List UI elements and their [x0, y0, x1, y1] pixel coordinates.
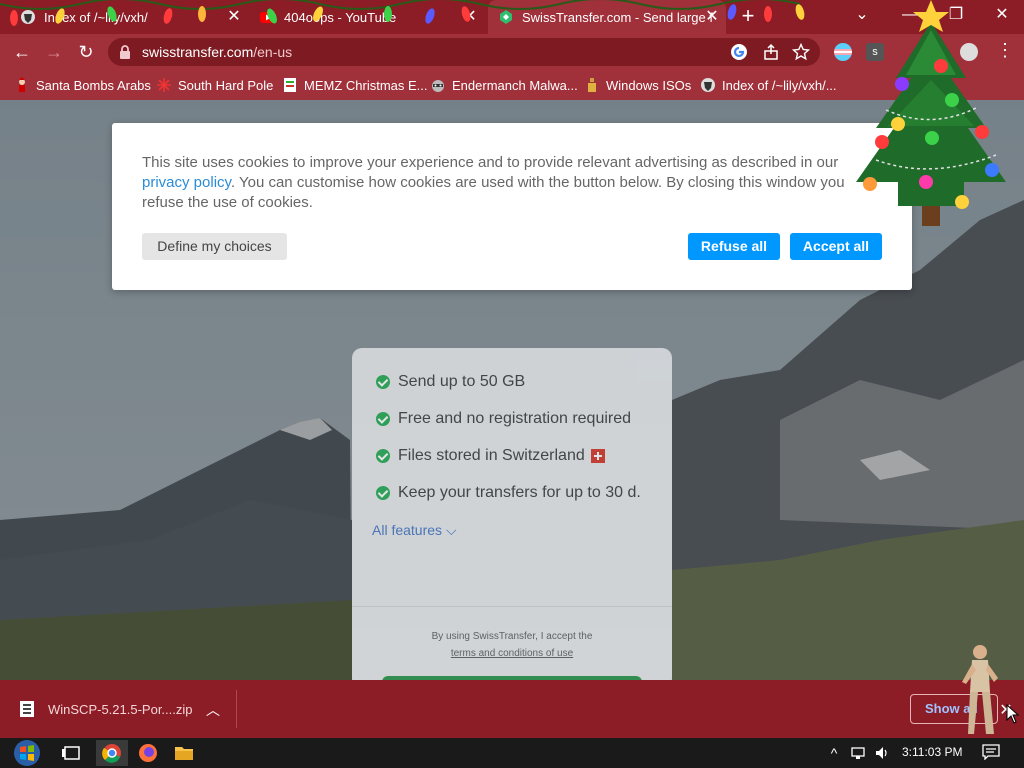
globe-shield-icon [701, 78, 715, 92]
url-domain: swisstransfer.com [142, 44, 254, 60]
terms-notice: By using SwissTransfer, I accept the ter… [352, 628, 672, 662]
chrome-taskbar-icon[interactable] [96, 740, 128, 766]
tab-swisstransfer[interactable]: SwissTransfer.com - Send large f ✕ [488, 0, 726, 34]
privacy-policy-link[interactable]: privacy policy [142, 174, 231, 191]
mouse-cursor-icon [1006, 704, 1020, 724]
back-arrow-icon[interactable]: ← [10, 40, 34, 64]
lock-icon[interactable] [118, 44, 132, 60]
santa-icon [19, 77, 25, 92]
check-icon [376, 486, 390, 500]
volume-icon[interactable] [874, 745, 890, 761]
share-icon[interactable] [762, 43, 780, 61]
cookie-consent-dialog: This site uses cookies to improve your e… [112, 123, 912, 290]
define-my-choices-button[interactable]: Define my choices [142, 233, 287, 260]
bookmark-label: Index of /~lily/vxh/... [722, 77, 837, 93]
taskbar-clock[interactable]: 3:11:03 PM [902, 745, 962, 759]
snowflake-icon [157, 78, 171, 92]
feature-item: Keep your transfers for up to 30 d. [376, 484, 641, 502]
bookmark-label: Endermanch Malwa... [452, 77, 578, 93]
bookmark-label: Santa Bombs Arabs [36, 77, 151, 93]
firefox-taskbar-icon[interactable] [132, 740, 164, 766]
feature-text: Files stored in Switzerland [398, 447, 585, 464]
feature-item: Free and no registration required [376, 410, 631, 428]
swiss-flag-icon [590, 449, 605, 463]
close-icon[interactable]: ✕ [226, 9, 242, 25]
bookmark-label: Windows ISOs [606, 77, 692, 93]
download-bar: WinSCP-5.21.5-Por....zip ︿ Show all ✕ [0, 645, 1024, 738]
task-view-icon[interactable] [56, 740, 88, 766]
feature-item: Send up to 50 GB [376, 373, 525, 391]
close-icon[interactable]: ✕ [704, 9, 720, 25]
network-icon[interactable] [850, 745, 866, 761]
zip-file-icon [20, 701, 34, 717]
tab-title: Index of /~lily/vxh/ [44, 9, 148, 25]
check-icon [376, 449, 390, 463]
google-icon[interactable] [730, 43, 748, 61]
chevron-up-icon[interactable]: ︿ [204, 700, 222, 718]
cookie-text-part2: . You can customise how cookies are used… [142, 174, 845, 211]
swisstransfer-icon [500, 10, 512, 24]
download-file-name: WinSCP-5.21.5-Por....zip [48, 701, 193, 717]
bookmark-south-hard-pole[interactable]: South Hard Pole [156, 76, 273, 94]
tab-youtube[interactable]: 404oops - YouTube ✕ [252, 0, 484, 34]
cookie-text-part1: This site uses cookies to improve your e… [142, 154, 839, 171]
new-tab-button[interactable]: + [736, 5, 760, 29]
file-explorer-taskbar-icon[interactable] [168, 740, 200, 766]
file-icon [284, 78, 296, 92]
globe-shield-icon [21, 10, 35, 24]
forward-arrow-icon[interactable]: → [42, 40, 66, 64]
url-path: /en-us [253, 44, 293, 60]
features-card: Send up to 50 GB Free and no registratio… [352, 348, 672, 680]
feature-item: Files stored in Switzerland [376, 447, 605, 465]
cookie-message: This site uses cookies to improve your e… [142, 153, 877, 213]
bookmark-santa-bombs[interactable]: Santa Bombs Arabs [14, 76, 151, 94]
bookmark-windows-isos[interactable]: Windows ISOs [584, 76, 691, 94]
notification-center-icon[interactable] [982, 744, 1000, 760]
all-features-label: All features [372, 522, 443, 538]
tab-title: SwissTransfer.com - Send large f [522, 9, 713, 25]
refuse-all-button[interactable]: Refuse all [688, 233, 780, 260]
bookmark-memz-christmas[interactable]: MEMZ Christmas E... [282, 76, 428, 94]
taskbar: ^ 3:11:03 PM [0, 738, 1024, 768]
address-bar[interactable]: swisstransfer.com/en-us [108, 38, 820, 66]
chevron-up-icon[interactable]: ^ [826, 745, 842, 761]
feature-text: Free and no registration required [398, 410, 632, 427]
start-button[interactable] [8, 738, 46, 768]
youtube-icon [260, 12, 276, 23]
reload-icon[interactable]: ↻ [74, 40, 98, 64]
tab-index-lily[interactable]: Index of /~lily/vxh/ ✕ [8, 0, 248, 34]
dancing-figure-decoration [962, 645, 998, 734]
check-icon [376, 375, 390, 389]
bookmark-star-icon[interactable] [792, 43, 810, 61]
raccoon-icon [432, 80, 444, 92]
url-text: swisstransfer.com/en-us [142, 44, 292, 60]
bottle-icon [588, 78, 596, 92]
divider [352, 606, 672, 607]
feature-text: Send up to 50 GB [398, 373, 526, 390]
check-icon [376, 412, 390, 426]
bookmark-endermanch[interactable]: Endermanch Malwa... [430, 76, 578, 94]
accept-all-button[interactable]: Accept all [790, 233, 882, 260]
terms-link[interactable]: terms and conditions of use [352, 645, 672, 662]
bookmark-index-lily[interactable]: Index of /~lily/vxh/... [700, 76, 837, 94]
download-item[interactable]: WinSCP-5.21.5-Por....zip [18, 698, 193, 720]
bookmark-label: MEMZ Christmas E... [304, 77, 428, 93]
terms-text: By using SwissTransfer, I accept the [431, 631, 593, 642]
tab-title: 404oops - YouTube [284, 9, 397, 25]
feature-text: Keep your transfers for up to 30 d. [398, 484, 641, 501]
close-icon[interactable]: ✕ [462, 9, 478, 25]
all-features-link[interactable]: All features ⌵ [372, 522, 457, 539]
chevron-down-icon: ⌵ [445, 522, 457, 538]
christmas-tree-decoration [856, 0, 1006, 226]
divider [236, 690, 237, 728]
bookmark-label: South Hard Pole [178, 77, 274, 93]
